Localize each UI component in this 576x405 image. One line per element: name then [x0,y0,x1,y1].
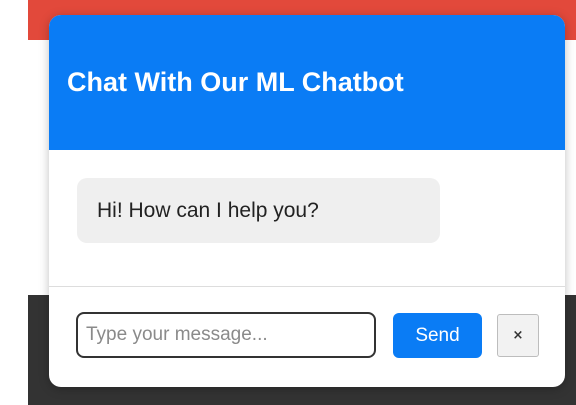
page-background: Chat With Our ML Chatbot Hi! How can I h… [0,0,576,405]
chat-input-row: Send × [49,287,565,387]
chat-window: Chat With Our ML Chatbot Hi! How can I h… [49,15,565,387]
send-button[interactable]: Send [393,313,482,358]
close-icon: × [512,328,524,343]
chat-messages: Hi! How can I help you? [49,150,565,286]
message-input[interactable] [76,312,376,358]
chat-title: Chat With Our ML Chatbot [67,67,404,97]
bot-message: Hi! How can I help you? [77,178,440,243]
close-button[interactable]: × [497,314,539,357]
chat-header: Chat With Our ML Chatbot [49,15,565,150]
